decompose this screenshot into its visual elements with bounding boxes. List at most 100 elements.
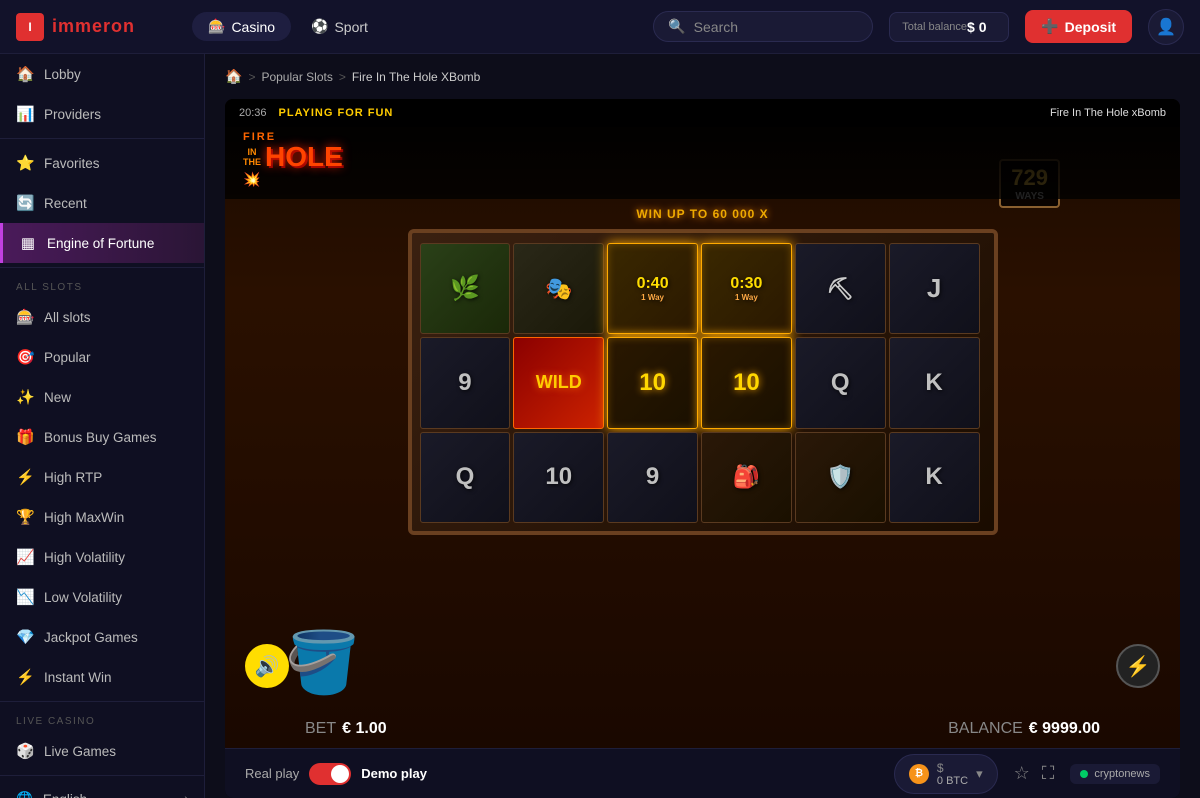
game-frame[interactable]: 20:36 PLAYING FOR FUN Fire In The Hole x… <box>225 99 1180 748</box>
slot-cell-wild: WILD <box>513 337 604 428</box>
sidebar-item-label: High MaxWin <box>44 510 124 525</box>
sidebar-item-high-rtp[interactable]: ⚡ High RTP <box>0 457 204 497</box>
content-area: 🏠 > Popular Slots > Fire In The Hole XBo… <box>205 54 1200 798</box>
sidebar-item-label: Engine of Fortune <box>47 236 154 251</box>
low-vol-icon: 📉 <box>16 588 34 606</box>
sidebar-item-label: Recent <box>44 196 87 211</box>
breadcrumb-popular-slots[interactable]: Popular Slots <box>261 70 332 84</box>
live-dot <box>1080 770 1088 778</box>
sidebar-item-high-volatility[interactable]: 📈 High Volatility <box>0 537 204 577</box>
sidebar-item-live-games[interactable]: 🎲 Live Games <box>0 731 204 771</box>
footer-actions: ☆ ⛶ <box>1014 763 1055 784</box>
search-icon: 🔍 <box>668 18 685 35</box>
slot-cell: 🌿 <box>420 243 511 334</box>
tab-casino[interactable]: 🎰 Casino <box>192 12 291 41</box>
providers-icon: 📊 <box>16 105 34 123</box>
nav-tabs: 🎰 Casino ⚽ Sport <box>192 12 384 41</box>
sidebar-item-all-slots[interactable]: 🎰 All slots <box>0 297 204 337</box>
sidebar-item-recent[interactable]: 🔄 Recent <box>0 183 204 223</box>
game-time: 20:36 <box>239 107 267 119</box>
slot-cell: K <box>889 337 980 428</box>
game-interior: 20:36 PLAYING FOR FUN Fire In The Hole x… <box>225 99 1180 748</box>
jackpot-icon: 💎 <box>16 628 34 646</box>
sidebar-item-label: Bonus Buy Games <box>44 430 157 445</box>
game-balance-display: BALANCE € 9999.00 <box>948 720 1100 738</box>
sidebar-item-label: Providers <box>44 107 101 122</box>
sidebar: 🏠 Lobby 📊 Providers ⭐ Favorites 🔄 Recent… <box>0 54 205 798</box>
sidebar-item-low-volatility[interactable]: 📉 Low Volatility <box>0 577 204 617</box>
favorite-button[interactable]: ☆ <box>1014 763 1030 784</box>
tab-sport[interactable]: ⚽ Sport <box>295 12 384 41</box>
sidebar-item-instant-win[interactable]: ⚡ Instant Win <box>0 657 204 697</box>
balance-label: Total balance <box>902 21 967 33</box>
fullscreen-button[interactable]: ⛶ <box>1042 763 1055 784</box>
slot-cell: 🎭 <box>513 243 604 334</box>
game-title: Fire In The Hole xBomb <box>1050 107 1166 119</box>
logo-icon: I <box>16 13 44 41</box>
sidebar-item-new[interactable]: ✨ New <box>0 377 204 417</box>
btc-currency-selector[interactable]: ₿ $ 0 BTC ▾ <box>894 754 998 794</box>
game-balance-label: BALANCE <box>948 720 1023 738</box>
language-label: English <box>43 792 87 798</box>
user-avatar[interactable]: 👤 <box>1148 9 1184 45</box>
sound-button[interactable]: 🔊 <box>245 644 289 688</box>
game-logo: FIRE INTHE HOLE 💥 <box>243 131 343 188</box>
search-bar[interactable]: 🔍 Search <box>653 11 873 42</box>
deposit-button[interactable]: ➕ Deposit <box>1025 10 1132 43</box>
toggle-knob <box>331 765 349 783</box>
bet-label: BET <box>305 720 336 738</box>
sport-icon: ⚽ <box>311 18 328 35</box>
sidebar-item-label: New <box>44 390 71 405</box>
sidebar-item-jackpot[interactable]: 💎 Jackpot Games <box>0 617 204 657</box>
bet-display: BET € 1.00 <box>305 720 387 738</box>
casino-icon: 🎰 <box>208 18 225 35</box>
chevron-down-icon: ▾ <box>976 766 983 782</box>
win-banner: WIN UP TO 60 000 X <box>636 207 768 221</box>
sidebar-item-providers[interactable]: 📊 Providers <box>0 94 204 134</box>
btc-icon: ₿ <box>909 764 929 784</box>
game-wrapper: 20:36 PLAYING FOR FUN Fire In The Hole x… <box>225 99 1180 798</box>
sidebar-item-favorites[interactable]: ⭐ Favorites <box>0 143 204 183</box>
top-navigation: I immeron 🎰 Casino ⚽ Sport 🔍 Search Tota… <box>0 0 1200 54</box>
slot-cell: Q <box>420 432 511 523</box>
sidebar-item-popular[interactable]: 🎯 Popular <box>0 337 204 377</box>
sidebar-item-label: Favorites <box>44 156 100 171</box>
tab-casino-label: Casino <box>231 19 275 35</box>
game-topbar: 20:36 PLAYING FOR FUN Fire In The Hole x… <box>225 99 1180 127</box>
btc-amount: $ 0 BTC <box>937 761 968 787</box>
cryptonews-badge: cryptonews <box>1070 764 1160 784</box>
play-mode-toggle: Real play Demo play <box>245 763 427 785</box>
demo-play-label: Demo play <box>361 766 427 781</box>
barrel-decoration: 🪣 <box>285 627 360 698</box>
sidebar-item-label: Live Games <box>44 744 116 759</box>
slot-cell: 9 <box>607 432 698 523</box>
logo[interactable]: I immeron <box>16 13 176 41</box>
sidebar-item-label: All slots <box>44 310 91 325</box>
breadcrumb-home-icon[interactable]: 🏠 <box>225 68 242 85</box>
slot-cell: 10 <box>513 432 604 523</box>
search-placeholder: Search <box>694 19 738 35</box>
slot-cell: 🛡️ <box>795 432 886 523</box>
real-play-label: Real play <box>245 766 299 781</box>
sidebar-item-high-maxwin[interactable]: 🏆 High MaxWin <box>0 497 204 537</box>
footer-bar: Real play Demo play ₿ $ 0 BTC ▾ <box>225 748 1180 798</box>
instant-icon: ⚡ <box>16 668 34 686</box>
language-selector[interactable]: 🌐 English › <box>0 780 204 798</box>
breadcrumb-sep: > <box>248 70 255 84</box>
sidebar-item-label: Popular <box>44 350 91 365</box>
high-vol-icon: 📈 <box>16 548 34 566</box>
slot-cell: 10 <box>607 337 698 428</box>
sidebar-item-label: Low Volatility <box>44 590 122 605</box>
sidebar-item-engine-of-fortune[interactable]: ▦ Engine of Fortune <box>0 223 204 263</box>
live-casino-section-label: LIVE CASINO <box>0 706 204 731</box>
sidebar-item-lobby[interactable]: 🏠 Lobby <box>0 54 204 94</box>
lightning-button[interactable]: ⚡ <box>1116 644 1160 688</box>
cryptonews-label: cryptonews <box>1094 768 1150 780</box>
maxwin-icon: 🏆 <box>16 508 34 526</box>
slot-cell: 🎒 <box>701 432 792 523</box>
sidebar-item-bonus-buy[interactable]: 🎁 Bonus Buy Games <box>0 417 204 457</box>
slot-cell: 0:30 1 Way <box>701 243 792 334</box>
toggle-switch[interactable] <box>309 763 351 785</box>
deposit-icon: ➕ <box>1041 18 1058 35</box>
slot-cell: Q <box>795 337 886 428</box>
